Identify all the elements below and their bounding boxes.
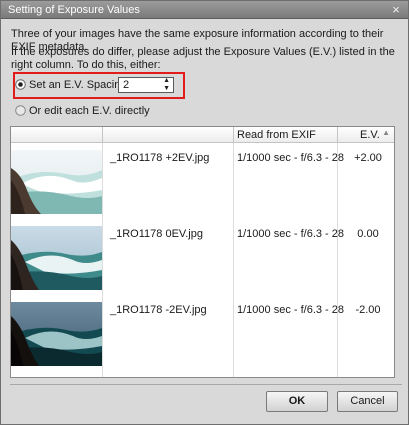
file-name: _1RO1178 +2EV.jpg: [110, 152, 210, 164]
thumbnail-image: [11, 226, 102, 290]
title-bar[interactable]: Setting of Exposure Values ×: [1, 1, 408, 19]
column-divider: [233, 127, 234, 143]
exif-info: 1/1000 sec - f/6.3 - 28: [237, 152, 345, 164]
file-name: _1RO1178 -2EV.jpg: [110, 304, 207, 316]
ev-spacing-select[interactable]: 2 ▲ ▼: [118, 77, 174, 93]
ev-value[interactable]: +2.00: [342, 152, 394, 164]
table-row[interactable]: _1RO1178 +2EV.jpg 1/1000 sec - f/6.3 - 2…: [11, 144, 394, 220]
dialog-title: Setting of Exposure Values: [8, 4, 140, 16]
spacing-radio-button[interactable]: [15, 79, 26, 90]
table-row[interactable]: _1RO1178 0EV.jpg 1/1000 sec - f/6.3 - 28…: [11, 220, 394, 296]
table-row[interactable]: _1RO1178 -2EV.jpg 1/1000 sec - f/6.3 - 2…: [11, 296, 394, 372]
thumbnail-image: [11, 302, 102, 366]
spacing-label: Set an E.V. Spacing:: [29, 79, 130, 91]
ev-value[interactable]: -2.00: [342, 304, 394, 316]
file-name: _1RO1178 0EV.jpg: [110, 228, 203, 240]
close-icon[interactable]: ×: [389, 2, 403, 17]
exif-info: 1/1000 sec - f/6.3 - 28: [237, 304, 345, 316]
instructions-text: If the exposures do differ, please adjus…: [11, 46, 395, 71]
exposure-values-dialog: Setting of Exposure Values × Three of yo…: [0, 0, 409, 425]
column-header-ev[interactable]: E.V.: [360, 129, 380, 141]
images-table: Read from EXIF E.V. ▲ _1RO1178 +2EV.jpg …: [10, 126, 395, 378]
thumbnail-image: [11, 150, 102, 214]
ev-value[interactable]: 0.00: [342, 228, 394, 240]
ev-spacing-value: 2: [123, 79, 130, 91]
table-header: Read from EXIF E.V. ▲: [11, 127, 394, 143]
cancel-button[interactable]: Cancel: [337, 391, 398, 412]
ok-button[interactable]: OK: [266, 391, 328, 412]
edit-directly-label: Or edit each E.V. directly: [29, 105, 150, 117]
footer-separator: [10, 384, 402, 385]
edit-directly-radio-button[interactable]: [15, 105, 26, 116]
exif-info: 1/1000 sec - f/6.3 - 28: [237, 228, 345, 240]
column-divider: [337, 127, 338, 143]
column-divider: [102, 127, 103, 143]
spinner-arrows-icon[interactable]: ▲ ▼: [163, 77, 170, 93]
column-header-exif[interactable]: Read from EXIF: [237, 129, 316, 141]
sort-arrow-icon[interactable]: ▲: [382, 128, 390, 137]
